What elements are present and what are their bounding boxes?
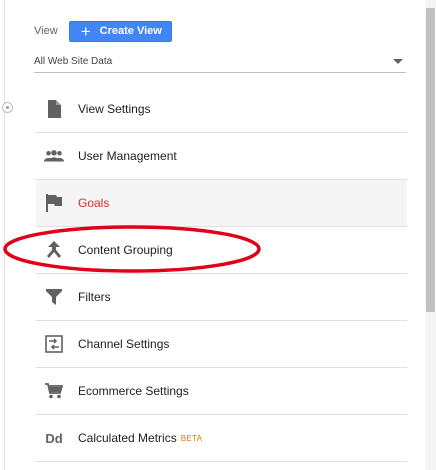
scrollbar-thumb[interactable]	[426, 8, 435, 312]
merge-arrow-icon	[44, 240, 64, 260]
menu-item-label: Filters	[78, 290, 111, 304]
plus-icon: +	[80, 21, 91, 41]
channel-icon	[44, 334, 64, 354]
people-icon	[44, 146, 64, 166]
funnel-icon	[44, 287, 64, 307]
menu-item-label: Ecommerce Settings	[78, 384, 189, 398]
menu-item-user-management[interactable]: User Management	[36, 133, 407, 180]
menu-item-label: View Settings	[78, 102, 151, 116]
rail-handle[interactable]	[2, 102, 13, 113]
view-selector[interactable]: All Web Site Data	[34, 50, 406, 73]
dropdown-caret-icon	[393, 58, 403, 64]
menu-item-channel-settings[interactable]: Channel Settings	[36, 321, 407, 368]
create-view-button[interactable]: + Create View	[68, 20, 172, 42]
dd-icon: Dd	[44, 428, 64, 448]
menu-item-calculated-metrics[interactable]: Dd Calculated Metrics BETA	[36, 415, 407, 462]
view-label: View	[34, 25, 58, 37]
menu-item-content-grouping[interactable]: Content Grouping	[36, 227, 407, 274]
view-settings-menu: View Settings User Management Goals Cont…	[36, 86, 407, 462]
view-selector-value: All Web Site Data	[34, 55, 113, 67]
menu-item-label: Goals	[78, 196, 110, 210]
view-header: View + Create View	[34, 20, 172, 42]
flag-icon	[44, 193, 64, 213]
menu-item-filters[interactable]: Filters	[36, 274, 407, 321]
cart-icon	[44, 381, 64, 401]
menu-item-label: Channel Settings	[78, 337, 170, 351]
beta-badge: BETA	[180, 433, 203, 443]
menu-item-label: Content Grouping	[78, 243, 173, 257]
menu-item-ecommerce-settings[interactable]: Ecommerce Settings	[36, 368, 407, 415]
menu-item-label: Calculated Metrics	[78, 431, 177, 445]
menu-item-label: User Management	[78, 149, 177, 163]
left-rail	[2, 0, 13, 470]
menu-item-goals[interactable]: Goals	[36, 180, 407, 227]
document-icon	[44, 99, 64, 119]
menu-item-view-settings[interactable]: View Settings	[36, 86, 407, 133]
create-view-label: Create View	[99, 25, 162, 37]
dd-icon-text: Dd	[45, 430, 63, 446]
